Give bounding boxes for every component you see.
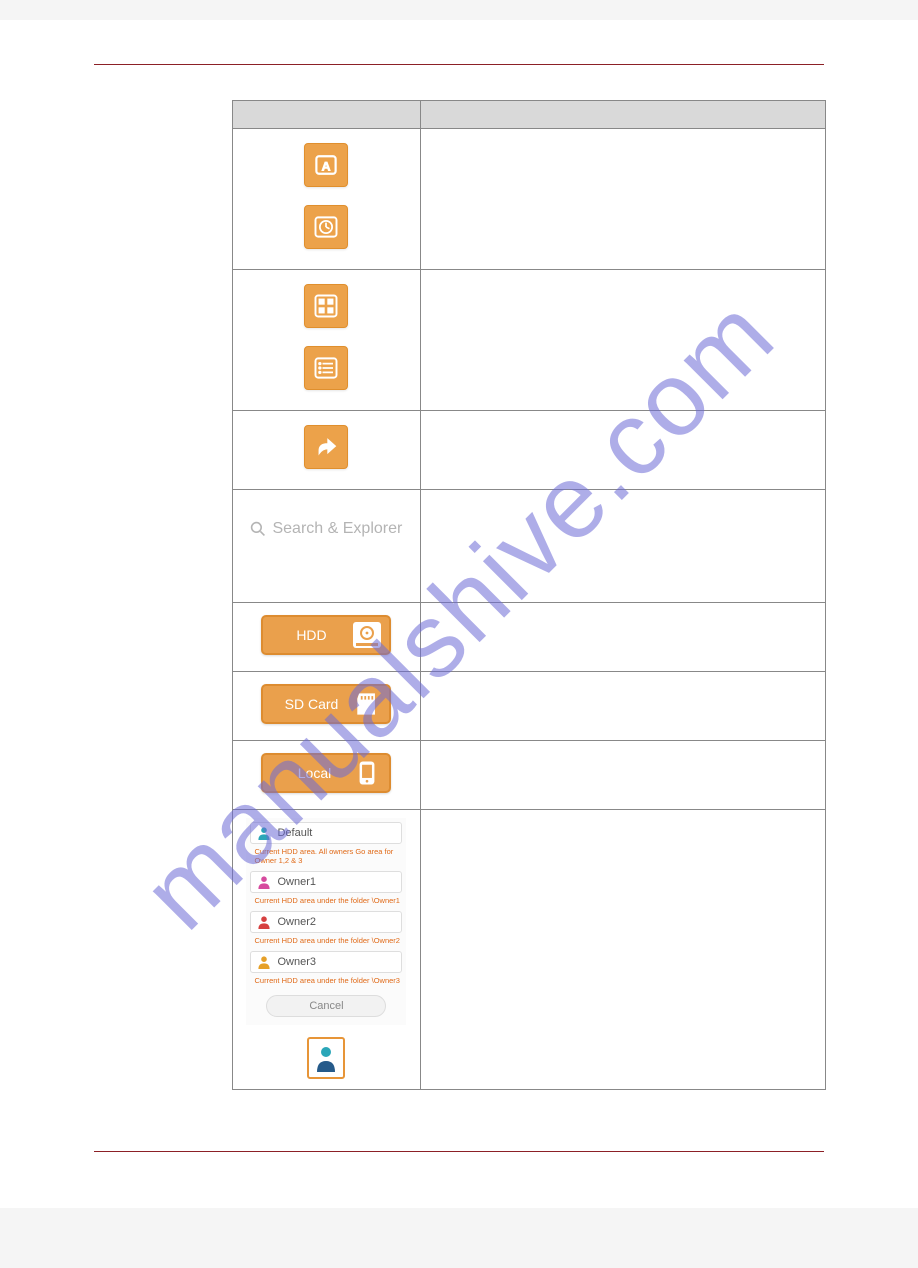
owner-default-sub: Current HDD area. All owners Go area for… bbox=[250, 847, 402, 865]
sdcard-icon bbox=[350, 688, 384, 720]
table-header-desc bbox=[420, 101, 825, 129]
owner3-label: Owner3 bbox=[277, 956, 316, 968]
clock-icon[interactable] bbox=[304, 205, 348, 249]
owner3-sub: Current HDD area under the folder \Owner… bbox=[250, 976, 400, 985]
search-icon bbox=[250, 521, 266, 537]
sdcard-button[interactable]: SD Card bbox=[261, 684, 391, 724]
list-view-icon[interactable] bbox=[304, 346, 348, 390]
page-rule-top bbox=[94, 64, 824, 65]
sdcard-label: SD Card bbox=[268, 696, 350, 712]
owner1-sub: Current HDD area under the folder \Owner… bbox=[250, 896, 400, 905]
owner-1[interactable]: Owner1 bbox=[250, 871, 402, 893]
hdd-label: HDD bbox=[268, 627, 350, 643]
svg-text:A: A bbox=[322, 159, 331, 173]
person-icon bbox=[257, 875, 271, 889]
person-icon bbox=[257, 915, 271, 929]
grid-view-icon[interactable] bbox=[304, 284, 348, 328]
search-input[interactable]: Search & Explorer bbox=[246, 510, 406, 548]
owner-default-label: Default bbox=[277, 827, 312, 839]
desc-cell-8 bbox=[420, 810, 825, 1090]
desc-cell-5 bbox=[420, 603, 825, 672]
hdd-icon bbox=[350, 619, 384, 651]
owner-3[interactable]: Owner3 bbox=[250, 951, 402, 973]
document-page: manualshive.com A bbox=[0, 20, 918, 1208]
desc-cell-4 bbox=[420, 490, 825, 603]
person-icon bbox=[257, 826, 271, 840]
desc-cell-2 bbox=[420, 270, 825, 411]
phone-icon bbox=[350, 757, 384, 789]
table-header-icon bbox=[233, 101, 421, 129]
cancel-label: Cancel bbox=[309, 1000, 343, 1012]
owner-cancel-button[interactable]: Cancel bbox=[266, 995, 386, 1017]
local-button[interactable]: Local bbox=[261, 753, 391, 793]
share-icon[interactable] bbox=[304, 425, 348, 469]
person-icon bbox=[257, 955, 271, 969]
owner-selection-panel: Default Current HDD area. All owners Go … bbox=[246, 818, 406, 1025]
letter-a-icon[interactable]: A bbox=[304, 143, 348, 187]
owner1-label: Owner1 bbox=[277, 876, 316, 888]
icon-description-table: A bbox=[232, 100, 826, 1090]
desc-cell-7 bbox=[420, 741, 825, 810]
desc-cell-3 bbox=[420, 411, 825, 490]
page-rule-bottom bbox=[94, 1151, 824, 1152]
owner-2[interactable]: Owner2 bbox=[250, 911, 402, 933]
desc-cell-1 bbox=[420, 129, 825, 270]
owner2-sub: Current HDD area under the folder \Owner… bbox=[250, 936, 400, 945]
owner2-label: Owner2 bbox=[277, 916, 316, 928]
owner-default[interactable]: Default bbox=[250, 822, 402, 844]
hdd-button[interactable]: HDD bbox=[261, 615, 391, 655]
search-placeholder: Search & Explorer bbox=[272, 520, 402, 538]
user-profile-icon[interactable] bbox=[307, 1037, 345, 1079]
local-label: Local bbox=[268, 765, 350, 781]
desc-cell-6 bbox=[420, 672, 825, 741]
